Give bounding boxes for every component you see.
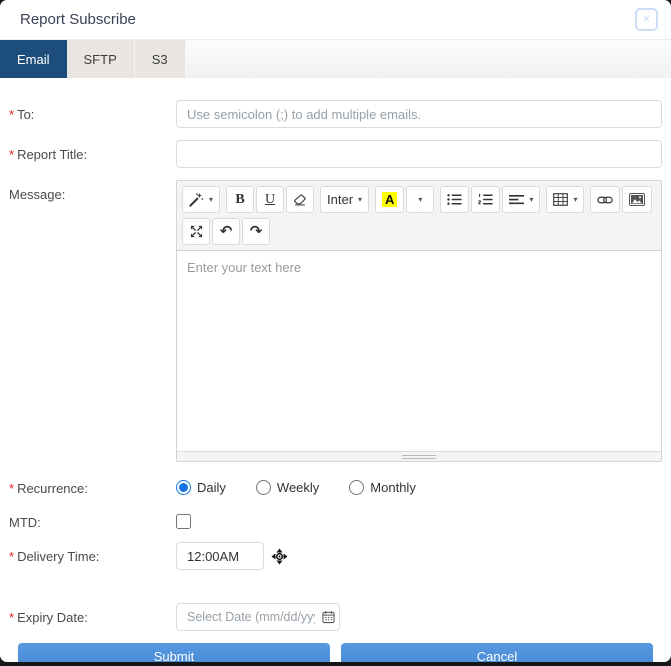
dialog-footer: Submit Cancel: [9, 643, 662, 662]
paragraph-align-icon: [509, 194, 524, 206]
paragraph-align-button[interactable]: ▾: [502, 186, 540, 213]
tab-bar: Email SFTP S3: [0, 40, 671, 78]
required-asterisk: *: [9, 481, 14, 496]
redo-button[interactable]: ↷: [242, 218, 270, 245]
weekly-radio[interactable]: [256, 480, 271, 495]
rich-text-editor: ▾ B U Inter: [176, 180, 662, 462]
delivery-time-row: *Delivery Time:: [9, 542, 662, 570]
expiry-date-row: *Expiry Date:: [9, 603, 662, 631]
chevron-down-icon: ▾: [418, 195, 422, 204]
chevron-down-icon: ▾: [573, 195, 577, 204]
recurrence-row: *Recurrence: Daily Weekly Monthly: [9, 474, 662, 496]
report-subscribe-dialog: Report Subscribe ✕ Email SFTP S3 *To: *R…: [0, 0, 671, 662]
font-family-dropdown[interactable]: Inter ▾: [320, 186, 369, 213]
link-icon: [597, 194, 613, 206]
required-asterisk: *: [9, 549, 14, 564]
mtd-checkbox[interactable]: [176, 514, 191, 529]
position-crosshair-icon[interactable]: [271, 548, 288, 565]
editor-toolbar: ▾ B U Inter: [177, 181, 661, 251]
expiry-date-input[interactable]: [176, 603, 340, 631]
expiry-date-label: *Expiry Date:: [9, 603, 176, 631]
delivery-time-label: *Delivery Time:: [9, 542, 176, 570]
underline-button[interactable]: U: [256, 186, 284, 213]
tab-email[interactable]: Email: [0, 40, 67, 78]
ordered-list-icon: [478, 193, 493, 206]
delivery-time-input[interactable]: [176, 542, 264, 570]
style-dropdown-button[interactable]: ▾: [182, 186, 220, 213]
to-input[interactable]: [176, 100, 662, 128]
chevron-down-icon: ▾: [209, 195, 213, 204]
message-placeholder: Enter your text here: [187, 260, 301, 275]
mtd-label: MTD:: [9, 508, 176, 530]
table-button[interactable]: ▾: [546, 186, 584, 213]
bold-button[interactable]: B: [226, 186, 254, 213]
table-icon: [553, 193, 568, 206]
recurrence-options: Daily Weekly Monthly: [176, 474, 416, 496]
fullscreen-button[interactable]: [182, 218, 210, 245]
recurrence-label: *Recurrence:: [9, 474, 176, 496]
unordered-list-button[interactable]: [440, 186, 469, 213]
insert-picture-button[interactable]: [622, 186, 652, 213]
cancel-button[interactable]: Cancel: [341, 643, 653, 662]
dialog-title: Report Subscribe: [20, 11, 136, 28]
message-editarea[interactable]: Enter your text here: [177, 251, 661, 451]
undo-button[interactable]: ↶: [212, 218, 240, 245]
link-button[interactable]: [590, 186, 620, 213]
tab-s3[interactable]: S3: [135, 40, 186, 78]
ordered-list-button[interactable]: [471, 186, 500, 213]
report-title-row: *Report Title:: [9, 140, 662, 168]
report-title-input[interactable]: [176, 140, 662, 168]
undo-icon: ↶: [220, 224, 233, 239]
font-color-swatch: A: [382, 192, 397, 207]
monthly-radio[interactable]: [349, 480, 364, 495]
font-color-dropdown[interactable]: ▾: [406, 186, 434, 213]
required-asterisk: *: [9, 610, 14, 625]
message-label: Message:: [9, 180, 176, 462]
required-asterisk: *: [9, 107, 14, 122]
to-row: *To:: [9, 100, 662, 128]
clear-format-button[interactable]: [286, 186, 314, 213]
daily-radio[interactable]: [176, 480, 191, 495]
magic-wand-icon: [189, 192, 204, 207]
recurrence-option-weekly[interactable]: Weekly: [256, 480, 319, 495]
recurrence-option-monthly[interactable]: Monthly: [349, 480, 416, 495]
mtd-row: MTD:: [9, 508, 662, 530]
redo-icon: ↷: [250, 224, 263, 239]
recurrence-option-daily[interactable]: Daily: [176, 480, 226, 495]
eraser-icon: [293, 193, 307, 207]
font-color-button[interactable]: A: [375, 186, 404, 213]
submit-button[interactable]: Submit: [18, 643, 330, 662]
close-icon[interactable]: ✕: [635, 8, 658, 31]
chevron-down-icon: ▾: [358, 195, 362, 204]
unordered-list-icon: [447, 193, 462, 206]
required-asterisk: *: [9, 147, 14, 162]
to-label: *To:: [9, 100, 176, 128]
fullscreen-icon: [190, 225, 203, 238]
picture-icon: [629, 193, 645, 206]
form-content: *To: *Report Title: Message:: [0, 78, 671, 662]
message-row: Message: ▾ B U: [9, 180, 662, 462]
report-title-label: *Report Title:: [9, 140, 176, 168]
editor-resize-handle[interactable]: [177, 451, 661, 461]
chevron-down-icon: ▾: [529, 195, 533, 204]
dialog-header: Report Subscribe ✕: [0, 0, 671, 40]
tab-sftp[interactable]: SFTP: [67, 40, 135, 78]
